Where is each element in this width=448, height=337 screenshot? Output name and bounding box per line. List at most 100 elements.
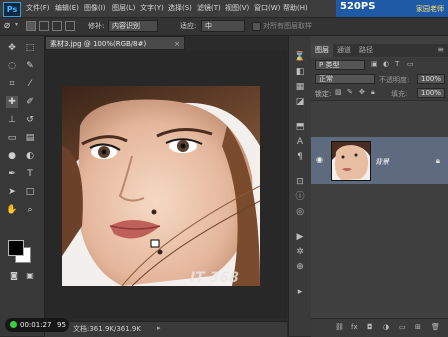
lock-all-icon[interactable]: 🔒︎ xyxy=(371,88,375,97)
patch-tool-icon[interactable]: ⌀ xyxy=(4,20,10,31)
history-icon[interactable]: ⌛ xyxy=(294,51,306,63)
document-tab[interactable]: 素材3.jpg @ 100%(RGB/8#) × xyxy=(45,36,185,50)
lasso-icon[interactable]: ◌ xyxy=(6,60,18,72)
layer-style-icon[interactable]: fx xyxy=(351,323,358,331)
watermark-text: IT 368 xyxy=(190,270,239,286)
tool-preset-arrow-icon[interactable]: ▾ xyxy=(15,21,18,28)
layer-comp-icon[interactable]: ⊡ xyxy=(294,176,306,188)
brand-subtitle: 家园老师 xyxy=(416,5,444,13)
actions-icon[interactable]: ▶ xyxy=(294,231,306,243)
eyedropper-icon[interactable]: ⁄ xyxy=(24,78,36,90)
filter-row: P 类型 ▣ ◐ T ▭ xyxy=(311,58,448,73)
sample-all-layers-checkbox[interactable] xyxy=(252,22,261,31)
menu-help[interactable]: 帮助(H) xyxy=(283,0,308,17)
menu-type[interactable]: 文字(Y) xyxy=(140,0,164,17)
add-selection-icon[interactable] xyxy=(39,21,49,31)
panel-menu-icon[interactable]: ≡ xyxy=(437,45,444,54)
brush-preset-icon[interactable]: ✲ xyxy=(294,246,306,258)
fill-label: 填充: xyxy=(391,90,408,98)
move-icon[interactable]: ✥ xyxy=(6,42,18,54)
info-icon[interactable]: ⓘ xyxy=(294,191,306,203)
menu-file[interactable]: 文件(F) xyxy=(26,0,50,17)
options-bar: ⌀ ▾ 修补: 内容识别 适应: 中 对所有图层取样 xyxy=(0,18,448,36)
document-size: 文档:361.9K/361.9K xyxy=(73,325,141,333)
eraser-icon[interactable]: ▭ xyxy=(6,132,18,144)
clone-source-icon[interactable]: ⊕ xyxy=(294,261,306,273)
pen-icon[interactable]: ✒ xyxy=(6,168,18,180)
intersect-selection-icon[interactable] xyxy=(65,21,75,31)
quick-select-icon[interactable]: ✎ xyxy=(24,60,36,72)
menu-edit[interactable]: 编辑(E) xyxy=(55,0,79,17)
new-layer-icon[interactable]: ⊞ xyxy=(415,323,421,331)
tools-panel: ✥ ⬚ ◌ ✎ ⌗ ⁄ ✚ ✐ ⊥ ↺ ▭ ▤ ● ◐ ✒ T ➤ □ ✋ ⌕ … xyxy=(0,36,45,336)
layer-mask-icon[interactable]: ◘ xyxy=(367,323,373,331)
layers-panel: 图层 通道 路径 ≡ P 类型 ▣ ◐ T ▭ 正常 不透明度: 100% 锁定… xyxy=(311,36,448,337)
opacity-input[interactable]: 100% xyxy=(417,74,445,84)
menu-filter[interactable]: 滤镜(T) xyxy=(197,0,221,17)
portrait-photo[interactable]: IT 368 xyxy=(62,86,260,286)
panel-icon-strip: ⌛ ◧ ▦ ◪ ⬒ A ¶ ⊡ ⓘ ◎ ▶ ✲ ⊕ ▸ xyxy=(288,36,312,336)
shape-icon[interactable]: □ xyxy=(24,186,36,198)
menu-select[interactable]: 选择(S) xyxy=(168,0,192,17)
styles-icon[interactable]: ◪ xyxy=(294,96,306,108)
quick-mask-icon[interactable]: ◙ xyxy=(8,270,20,282)
color-icon[interactable]: ◧ xyxy=(294,66,306,78)
status-arrow-icon[interactable]: ▸ xyxy=(157,324,161,332)
fill-input[interactable]: 100% xyxy=(417,88,445,98)
close-icon[interactable]: × xyxy=(174,37,180,51)
brush-icon[interactable]: ✐ xyxy=(24,96,36,108)
crop-icon[interactable]: ⌗ xyxy=(6,78,18,90)
new-selection-icon[interactable] xyxy=(26,21,36,31)
record-indicator-icon xyxy=(10,321,17,328)
filter-shape-icon[interactable]: ▭ xyxy=(407,60,414,68)
lock-move-icon[interactable]: ✥ xyxy=(359,88,365,96)
menu-image[interactable]: 图像(I) xyxy=(84,0,106,17)
adapt-select[interactable]: 中 xyxy=(201,20,245,32)
blend-mode-select[interactable]: 正常 xyxy=(315,74,375,84)
layer-row-background[interactable]: ◉ 背景 🔒︎ xyxy=(311,137,448,184)
tab-paths[interactable]: 路径 xyxy=(355,44,377,57)
lock-pixels-icon[interactable]: ▨ xyxy=(335,88,342,96)
lock-paint-icon[interactable]: ✎ xyxy=(347,88,353,96)
delete-layer-icon[interactable]: 🗑︎ xyxy=(431,323,440,331)
visibility-eye-icon[interactable]: ◉ xyxy=(316,155,323,164)
history-brush-icon[interactable]: ↺ xyxy=(24,114,36,126)
new-group-icon[interactable]: ▭ xyxy=(399,323,406,331)
repair-mode-select[interactable]: 内容识别 xyxy=(108,20,158,32)
hand-icon[interactable]: ✋ xyxy=(6,204,18,216)
dodge-icon[interactable]: ◐ xyxy=(24,150,36,162)
filter-pixel-icon[interactable]: ▣ xyxy=(371,60,378,68)
tab-channels[interactable]: 通道 xyxy=(333,44,355,57)
healing-brush-icon[interactable]: ✚ xyxy=(6,96,18,108)
paragraph-icon[interactable]: ¶ xyxy=(294,151,306,163)
adjust-icon[interactable]: ⬒ xyxy=(294,121,306,133)
photoshop-logo: Ps xyxy=(3,2,21,17)
link-layers-icon[interactable]: ⛓ xyxy=(335,323,344,331)
layer-name[interactable]: 背景 xyxy=(375,157,389,167)
filter-adjust-icon[interactable]: ◐ xyxy=(383,60,389,68)
stamp-icon[interactable]: ⊥ xyxy=(6,114,18,126)
tool-preset-icon[interactable]: ▸ xyxy=(294,286,306,298)
foreground-color-swatch[interactable] xyxy=(8,240,24,256)
marquee-icon[interactable]: ⬚ xyxy=(24,42,36,54)
gradient-icon[interactable]: ▤ xyxy=(24,132,36,144)
timer-count: 95 xyxy=(57,321,66,329)
menu-window[interactable]: 窗口(W) xyxy=(254,0,280,17)
layer-kind-select[interactable]: P 类型 xyxy=(315,60,365,70)
subtract-selection-icon[interactable] xyxy=(52,21,62,31)
path-select-icon[interactable]: ➤ xyxy=(6,186,18,198)
navigator-icon[interactable]: ◎ xyxy=(294,206,306,218)
zoom-icon[interactable]: ⌕ xyxy=(24,204,36,216)
blur-icon[interactable]: ● xyxy=(6,150,18,162)
type-icon[interactable]: T xyxy=(24,168,36,180)
filter-type-icon[interactable]: T xyxy=(395,60,399,68)
adjustment-layer-icon[interactable]: ◑ xyxy=(383,323,389,331)
layer-thumbnail-image xyxy=(332,142,370,180)
swatches-icon[interactable]: ▦ xyxy=(294,81,306,93)
screen-mode-icon[interactable]: ▣ xyxy=(24,270,36,282)
character-icon[interactable]: A xyxy=(294,136,306,148)
tab-layers[interactable]: 图层 xyxy=(311,44,333,57)
menu-layer[interactable]: 图层(L) xyxy=(112,0,135,17)
layer-lock-icon: 🔒︎ xyxy=(435,156,440,165)
menu-view[interactable]: 视图(V) xyxy=(225,0,249,17)
